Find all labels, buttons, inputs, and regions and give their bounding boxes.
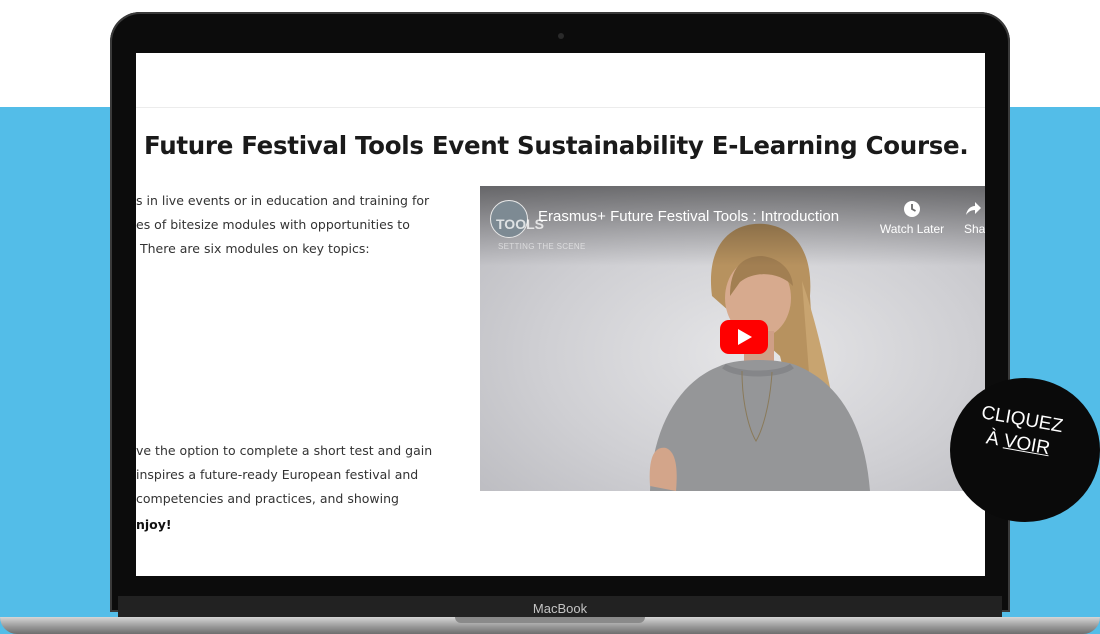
click-to-watch-badge[interactable]: CLIQUEZ À VOIR: [950, 378, 1100, 522]
video-title[interactable]: Erasmus+ Future Festival Tools : Introdu…: [538, 208, 839, 225]
channel-watermark: TOOLS: [496, 216, 544, 232]
intro-text-line: There are six modules on key topics:: [140, 241, 370, 256]
header-divider: [136, 107, 985, 108]
outro-text-line: competencies and practices, and showing: [136, 491, 399, 506]
watch-later-label: Watch Later: [879, 222, 945, 236]
outro-text-line: njoy!: [136, 517, 172, 532]
laptop-notch: [455, 617, 645, 623]
youtube-video-embed[interactable]: TOOLS SETTING THE SCENE Erasmus+ Future …: [480, 186, 985, 491]
channel-subtitle: SETTING THE SCENE: [498, 242, 586, 251]
intro-text-line: es of bitesize modules with opportunitie…: [136, 217, 410, 232]
share-button[interactable]: Sha: [964, 200, 985, 236]
intro-text-line: s in live events or in education and tra…: [136, 193, 430, 208]
outro-text-line: ve the option to complete a short test a…: [136, 443, 433, 458]
course-title: Future Festival Tools Event Sustainabili…: [144, 131, 969, 160]
webcam-dot: [558, 33, 564, 39]
clock-icon: [904, 201, 920, 217]
laptop-brand-label: MacBook: [532, 601, 588, 616]
share-label: Sha: [964, 222, 985, 236]
outro-text-line: inspires a future-ready European festiva…: [136, 467, 419, 482]
share-arrow-icon: [966, 202, 981, 215]
badge-text: CLIQUEZ À VOIR: [950, 396, 1093, 468]
laptop-screen: Future Festival Tools Event Sustainabili…: [136, 53, 985, 576]
watch-later-button[interactable]: Watch Later: [872, 200, 952, 236]
play-icon: [738, 329, 752, 345]
youtube-play-button[interactable]: [720, 320, 768, 354]
